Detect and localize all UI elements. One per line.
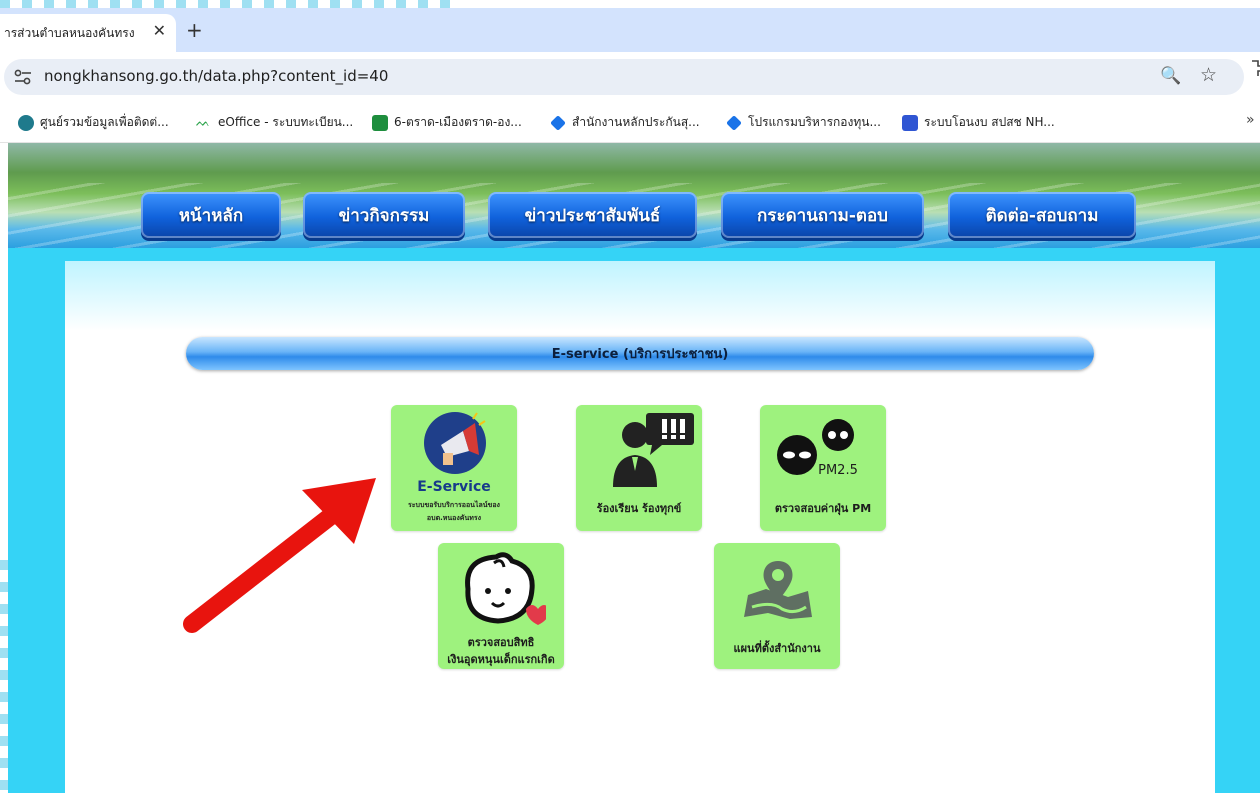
bookmark-star-icon[interactable]: ☆ xyxy=(1200,64,1217,86)
chart-icon xyxy=(902,114,918,131)
zoom-icon[interactable]: 🔍 xyxy=(1160,66,1181,86)
site-settings-icon[interactable] xyxy=(14,69,32,85)
eservice-tile[interactable]: E-Service ระบบขอรับบริการออนไลน์ของ อบต.… xyxy=(391,405,517,531)
bookmark-item[interactable]: 6-ตราด-เมืองตราด-อง... xyxy=(372,113,522,132)
bookmark-item[interactable]: ศูนย์รวมข้อมูลเพื่อติดต่... xyxy=(18,113,169,132)
nav-activities[interactable]: ข่าวกิจกรรม xyxy=(303,192,465,238)
nav-qa-board[interactable]: กระดานถาม-ตอบ xyxy=(721,192,924,238)
eservice-title: E-Service xyxy=(417,479,491,495)
bookmark-item[interactable]: โปรแกรมบริหารกองทุน... xyxy=(726,113,881,132)
eservice-subtitle-org: อบต.หนองคันทรง xyxy=(426,514,482,522)
bookmark-item[interactable]: ระบบโอนงบ สปสช NH... xyxy=(902,113,1055,132)
nhso-icon xyxy=(726,114,742,131)
pm25-tile[interactable]: PM2.5 ตรวจสอบค่าฝุ่น PM xyxy=(760,405,886,531)
bookmark-label: eOffice - ระบบทะเบียน... xyxy=(218,115,354,129)
browser-tab-active[interactable]: ารส่วนตำบลหนองคันทรง ✕ xyxy=(0,14,176,52)
extensions-icon[interactable] xyxy=(1250,59,1260,82)
header-banner: หน้าหลัก ข่าวกิจกรรม ข่าวประชาสัมพันธ์ ก… xyxy=(8,143,1260,248)
bookmark-item[interactable]: ᨓ eOffice - ระบบทะเบียน... xyxy=(196,113,353,132)
bookmark-label: โปรแกรมบริหารกองทุน... xyxy=(748,115,881,129)
address-bar[interactable]: nongkhansong.go.th/data.php?content_id=4… xyxy=(4,59,1244,95)
tab-title: ารส่วนตำบลหนองคันทรง xyxy=(4,25,135,40)
browser-toolbar: nongkhansong.go.th/data.php?content_id=4… xyxy=(0,52,1260,102)
bookmark-label: 6-ตราด-เมืองตราด-อง... xyxy=(394,115,522,129)
child-subsidy-tile[interactable]: ตรวจสอบสิทธิ เงินอุดหนุนเด็กแรกเกิด xyxy=(438,543,564,669)
nhso-icon xyxy=(550,114,566,131)
new-tab-button[interactable]: + xyxy=(186,18,203,42)
section-title: E-service (บริการประชาชน) xyxy=(551,347,729,362)
complaint-tile[interactable]: ร้องเรียน ร้องทุกข์ xyxy=(576,405,702,531)
complaint-label: ร้องเรียน ร้องทุกข์ xyxy=(596,502,682,515)
bookmarks-bar: ศูนย์รวมข้อมูลเพื่อติดต่... ᨓ eOffice - … xyxy=(0,102,1260,143)
url-text[interactable]: nongkhansong.go.th/data.php?content_id=4… xyxy=(44,67,388,85)
section-header: E-service (บริการประชาชน) xyxy=(186,337,1094,370)
person-speech-icon xyxy=(613,413,694,487)
nav-announcements[interactable]: ข่าวประชาสัมพันธ์ xyxy=(488,192,697,238)
main-content: E-service (บริการประชาชน) E-Service ระบบ… xyxy=(65,261,1215,793)
bookmark-label: ระบบโอนงบ สปสช NH... xyxy=(924,115,1055,129)
megaphone-icon xyxy=(424,412,486,474)
office-map-tile[interactable]: แผนที่ตั้งสำนักงาน xyxy=(714,543,840,669)
eservice-subtitle: ระบบขอรับบริการออนไลน์ของ xyxy=(408,501,500,509)
database-icon xyxy=(18,114,34,131)
baby-face-icon xyxy=(465,552,546,625)
child-subsidy-label: ตรวจสอบสิทธิ xyxy=(467,636,535,649)
sheets-icon xyxy=(372,114,388,131)
map-pin-icon xyxy=(744,561,812,619)
pm25-badge: PM2.5 xyxy=(818,463,858,478)
bookmarks-overflow-icon[interactable]: » xyxy=(1246,112,1255,128)
office-map-label: แผนที่ตั้งสำนักงาน xyxy=(733,642,821,655)
nav-home[interactable]: หน้าหลัก xyxy=(141,192,281,238)
eoffice-icon: ᨓ xyxy=(196,114,211,129)
bookmark-item[interactable]: สำนักงานหลักประกันสุ... xyxy=(550,113,700,132)
bookmark-label: สำนักงานหลักประกันสุ... xyxy=(572,115,700,129)
close-tab-icon[interactable]: ✕ xyxy=(153,21,166,40)
pm25-label: ตรวจสอบค่าฝุ่น PM xyxy=(774,502,872,515)
decorative-dots-top xyxy=(0,0,460,8)
nav-contact[interactable]: ติดต่อ-สอบถาม xyxy=(948,192,1136,238)
decorative-dots-left xyxy=(0,560,8,793)
bookmark-label: ศูนย์รวมข้อมูลเพื่อติดต่... xyxy=(40,115,169,129)
web-page: หน้าหลัก ข่าวกิจกรรม ข่าวประชาสัมพันธ์ ก… xyxy=(8,143,1260,793)
child-subsidy-label-2: เงินอุดหนุนเด็กแรกเกิด xyxy=(447,653,555,666)
browser-tabstrip: ารส่วนตำบลหนองคันทรง ✕ + xyxy=(0,8,1260,52)
